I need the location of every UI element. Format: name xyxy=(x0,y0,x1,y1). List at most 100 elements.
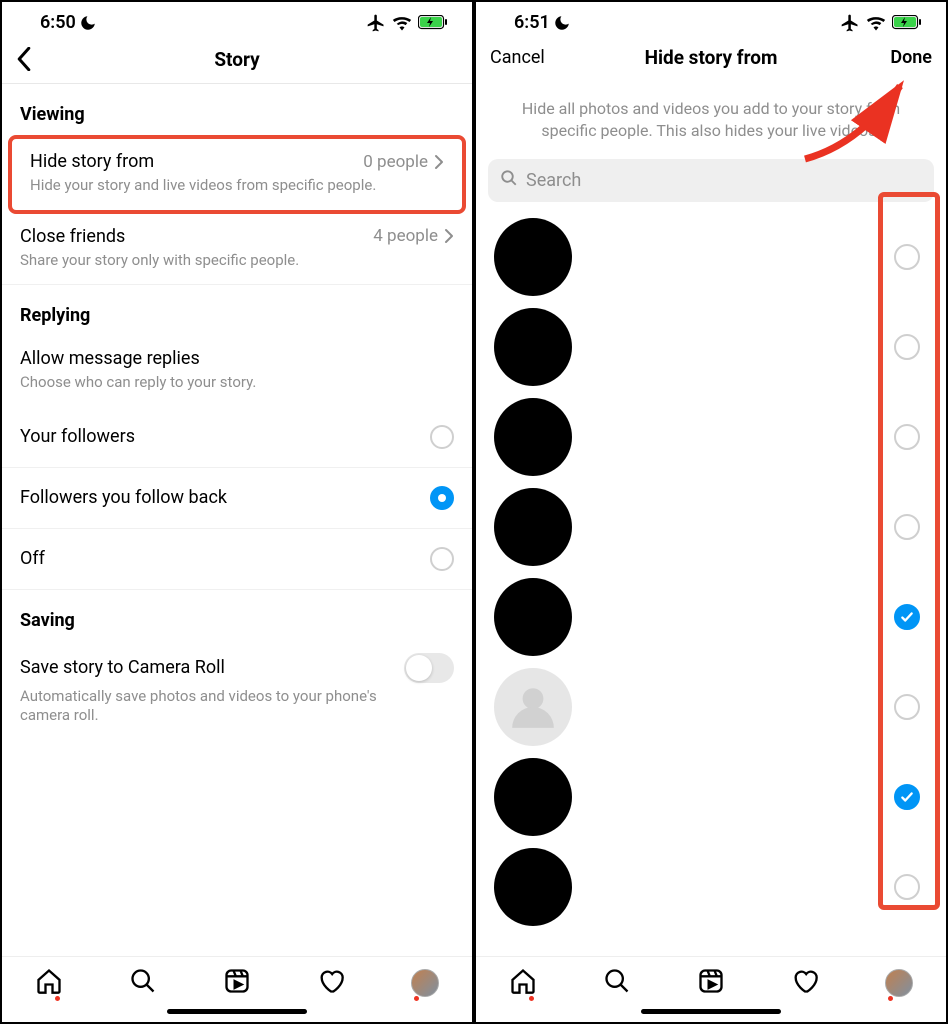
done-button[interactable]: Done xyxy=(890,47,932,68)
tab-reels[interactable] xyxy=(697,967,725,999)
radio-indicator xyxy=(430,425,454,449)
nav-bar: Story xyxy=(2,37,472,84)
radio-off[interactable]: Off xyxy=(2,529,472,590)
avatar xyxy=(494,578,572,656)
status-bar: 6:51 xyxy=(476,2,946,37)
nav-title: Story xyxy=(2,48,472,71)
helper-text: Hide all photos and videos you add to yo… xyxy=(476,80,946,155)
person-row[interactable] xyxy=(476,572,946,662)
tab-bar xyxy=(476,956,946,1003)
tab-search[interactable] xyxy=(129,967,157,999)
avatar xyxy=(494,848,572,926)
notification-dot-icon xyxy=(529,996,534,1001)
tab-home[interactable] xyxy=(35,967,63,999)
nav-title: Hide story from xyxy=(476,46,946,69)
section-header-saving: Saving xyxy=(2,590,472,641)
row-detail-value: 4 people xyxy=(373,226,438,246)
radio-followers-you-follow-back[interactable]: Followers you follow back xyxy=(2,468,472,529)
chevron-right-icon xyxy=(444,228,454,244)
notification-dot-icon xyxy=(55,996,60,1001)
row-detail-value: 0 people xyxy=(363,152,428,172)
checkbox-unchecked[interactable] xyxy=(894,694,920,720)
chevron-right-icon xyxy=(434,154,444,170)
battery-charging-icon xyxy=(418,15,448,31)
wifi-icon xyxy=(392,15,412,31)
person-row[interactable] xyxy=(476,752,946,842)
row-subtitle: Share your story only with specific peop… xyxy=(20,251,400,271)
avatar xyxy=(494,398,572,476)
checkbox-unchecked[interactable] xyxy=(894,874,920,900)
bottom-area xyxy=(2,956,472,1022)
home-indicator[interactable] xyxy=(641,1009,781,1014)
status-bar: 6:50 xyxy=(2,2,472,37)
wifi-icon xyxy=(866,15,886,31)
search-icon xyxy=(500,169,518,192)
row-close-friends[interactable]: Close friends 4 people Share your story … xyxy=(2,214,472,286)
person-row[interactable] xyxy=(476,212,946,302)
avatar xyxy=(494,308,572,386)
avatar xyxy=(494,668,572,746)
section-header-replying: Replying xyxy=(2,285,472,336)
person-row[interactable] xyxy=(476,662,946,752)
checkbox-unchecked[interactable] xyxy=(894,424,920,450)
bottom-area xyxy=(476,956,946,1022)
phone-right-hide-story-from: 6:51 Cancel Hide story from Done Hide al… xyxy=(474,0,948,1024)
person-row[interactable] xyxy=(476,482,946,572)
radio-label: Your followers xyxy=(20,426,135,447)
section-header-viewing: Viewing xyxy=(2,84,472,135)
checkbox-unchecked[interactable] xyxy=(894,334,920,360)
checkbox-unchecked[interactable] xyxy=(894,514,920,540)
row-save-camera-roll[interactable]: Save story to Camera Roll Automatically … xyxy=(2,641,472,740)
row-hide-story-from[interactable]: Hide story from 0 people Hide your story… xyxy=(12,139,462,210)
row-title: Hide story from xyxy=(30,151,154,172)
tab-reels[interactable] xyxy=(223,967,251,999)
phone-left-story-settings: 6:50 Story Viewing xyxy=(0,0,474,1024)
radio-label: Off xyxy=(20,548,45,569)
radio-label: Followers you follow back xyxy=(20,487,227,508)
person-row[interactable] xyxy=(476,392,946,482)
radio-your-followers[interactable]: Your followers xyxy=(2,407,472,468)
search-placeholder: Search xyxy=(526,170,581,191)
people-list[interactable] xyxy=(476,212,946,936)
hide-story-content: Hide all photos and videos you add to yo… xyxy=(476,80,946,956)
person-row[interactable] xyxy=(476,842,946,932)
radio-indicator xyxy=(430,547,454,571)
person-row[interactable] xyxy=(476,302,946,392)
airplane-mode-icon xyxy=(840,13,860,33)
row-subtitle: Hide your story and live videos from spe… xyxy=(30,176,410,196)
cancel-button[interactable]: Cancel xyxy=(490,47,545,68)
airplane-mode-icon xyxy=(366,13,386,33)
back-button[interactable] xyxy=(16,47,32,71)
row-title: Save story to Camera Roll xyxy=(20,657,225,678)
do-not-disturb-icon xyxy=(553,14,571,32)
checkbox-checked[interactable] xyxy=(894,784,920,810)
search-input[interactable]: Search xyxy=(488,159,934,202)
tab-search[interactable] xyxy=(603,967,631,999)
tab-home[interactable] xyxy=(509,967,537,999)
home-indicator[interactable] xyxy=(167,1009,307,1014)
row-subtitle: Choose who can reply to your story. xyxy=(20,373,400,393)
tab-bar xyxy=(2,956,472,1003)
checkbox-checked[interactable] xyxy=(894,604,920,630)
radio-indicator-selected xyxy=(430,486,454,510)
tab-profile[interactable] xyxy=(411,969,439,997)
tab-profile[interactable] xyxy=(885,969,913,997)
tab-activity[interactable] xyxy=(317,967,345,999)
toggle-off[interactable] xyxy=(404,653,454,683)
row-title: Close friends xyxy=(20,226,125,247)
avatar xyxy=(494,758,572,836)
do-not-disturb-icon xyxy=(79,14,97,32)
status-time: 6:50 xyxy=(40,12,76,33)
annotation-highlight-hide-story: Hide story from 0 people Hide your story… xyxy=(8,135,466,214)
settings-content: Viewing Hide story from 0 people Hide yo… xyxy=(2,84,472,956)
battery-charging-icon xyxy=(892,15,922,31)
nav-bar: Cancel Hide story from Done xyxy=(476,37,946,80)
avatar xyxy=(494,488,572,566)
notification-dot-icon xyxy=(414,996,419,1001)
checkbox-unchecked[interactable] xyxy=(894,244,920,270)
notification-dot-icon xyxy=(888,996,893,1001)
row-subtitle: Automatically save photos and videos to … xyxy=(20,687,400,726)
status-time: 6:51 xyxy=(514,12,550,33)
tab-activity[interactable] xyxy=(791,967,819,999)
avatar xyxy=(494,218,572,296)
